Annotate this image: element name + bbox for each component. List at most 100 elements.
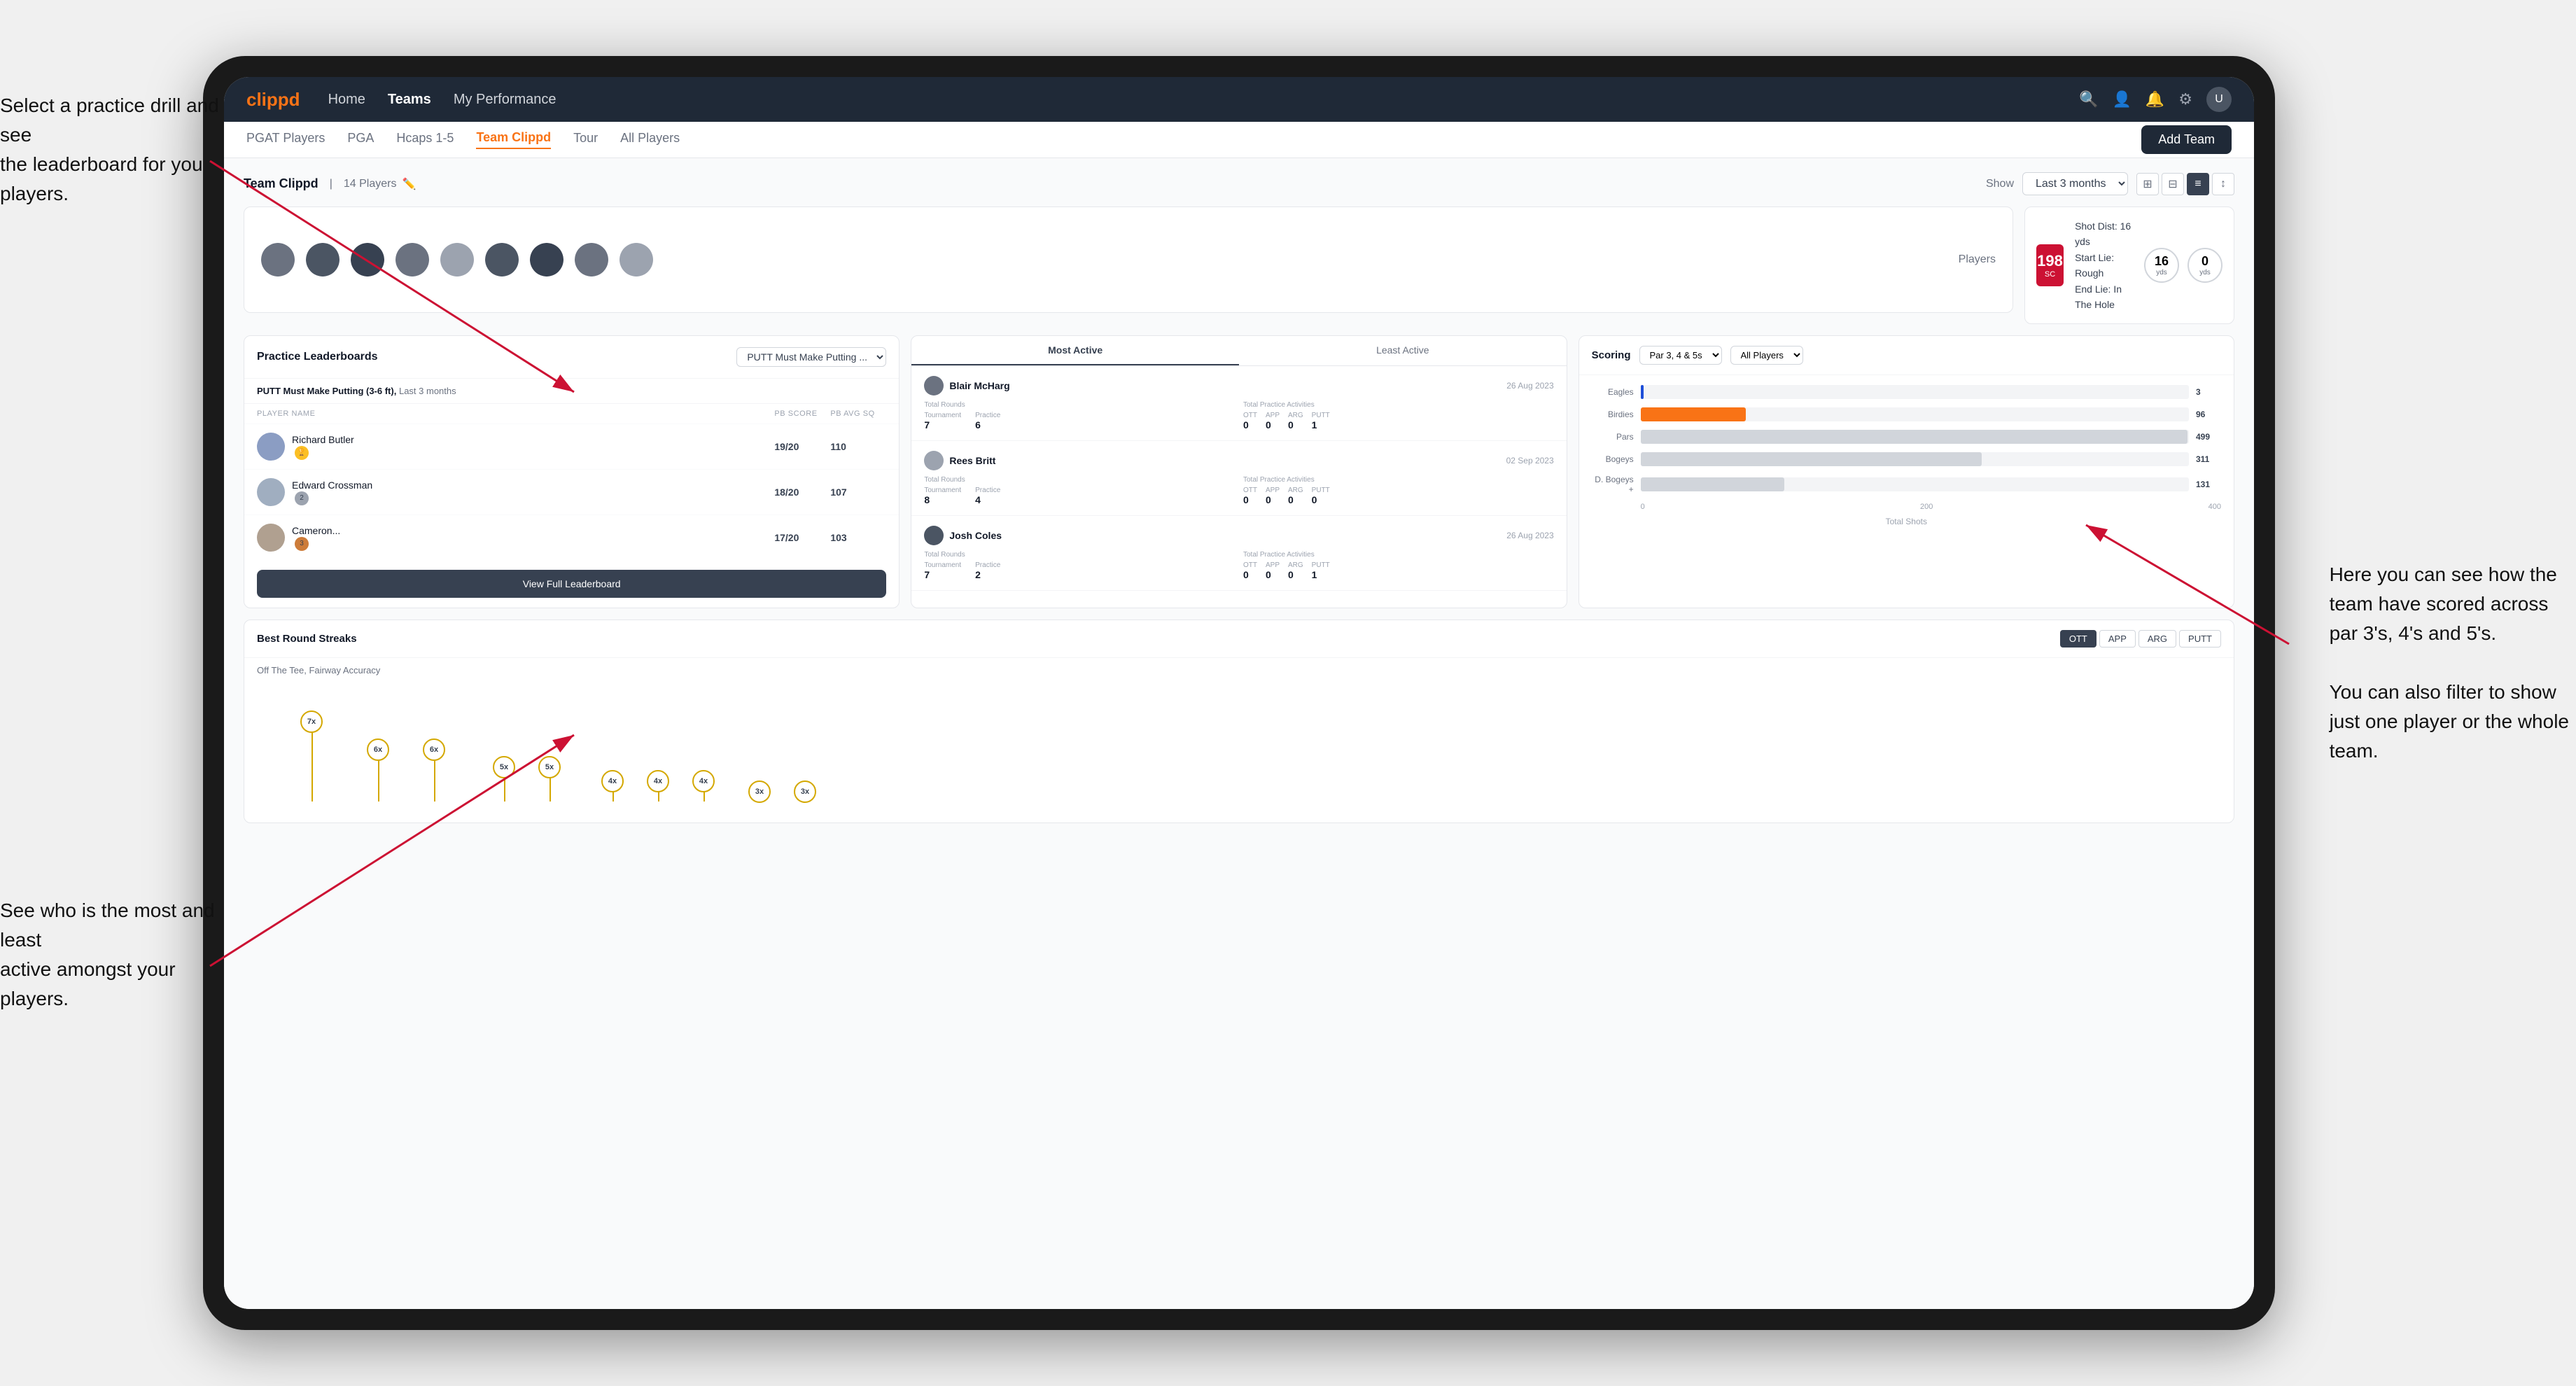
activity-row-3: Josh Coles 26 Aug 2023 Total Rounds Tour… <box>911 516 1566 591</box>
streaks-filter-putt[interactable]: PUTT <box>2179 630 2221 648</box>
most-active-card: Most Active Least Active Blair McHarg 26… <box>911 335 1567 608</box>
player-pb-2: 18/20 <box>774 486 830 498</box>
activity-avatar-1 <box>924 376 944 396</box>
bar-track-bogeys <box>1641 452 2189 466</box>
player-avatar-9[interactable] <box>620 243 653 276</box>
show-label: Show <box>1986 178 2014 190</box>
activity-row-1: Blair McHarg 26 Aug 2023 Total Rounds To… <box>911 366 1566 441</box>
player-avatar-2[interactable] <box>306 243 340 276</box>
streaks-title: Best Round Streaks <box>257 633 357 645</box>
streak-dot-6: 4x <box>647 770 669 792</box>
scoring-header: Scoring Par 3, 4 & 5s All Players <box>1579 336 2234 375</box>
show-period-select[interactable]: Last 3 months <box>2022 172 2128 195</box>
shot-circle-2: 0 yds <box>2188 248 2222 283</box>
player-avg-1: 110 <box>830 441 886 452</box>
team-count: | <box>330 178 332 190</box>
sub-nav-all[interactable]: All Players <box>620 131 680 148</box>
scoring-player-filter[interactable]: All Players <box>1730 346 1803 365</box>
streaks-filter-ott[interactable]: OTT <box>2060 630 2096 648</box>
players-label: Players <box>1959 253 1996 266</box>
tablet-frame: clippd Home Teams My Performance 🔍 👤 🔔 ⚙… <box>203 56 2275 1330</box>
streak-dot-8: 3x <box>748 780 771 803</box>
user-avatar[interactable]: U <box>2206 87 2232 112</box>
bar-fill-dbogeys <box>1641 477 1784 491</box>
bar-fill-bogeys <box>1641 452 1982 466</box>
badge-2: 2 <box>295 491 309 505</box>
player-img-2 <box>257 478 285 506</box>
leaderboard-column-headers: PLAYER NAME PB SCORE PB AVG SQ <box>244 404 899 424</box>
total-rounds-section-3: Total Rounds Tournament7 Practice2 <box>924 551 1235 580</box>
nav-bar: clippd Home Teams My Performance 🔍 👤 🔔 ⚙… <box>224 77 2254 122</box>
scoring-par-filter[interactable]: Par 3, 4 & 5s <box>1639 346 1722 365</box>
total-rounds-section-1: Total Rounds Tournament 7 Practice 6 <box>924 401 1235 430</box>
streaks-filter-app[interactable]: APP <box>2099 630 2136 648</box>
bar-label-pars: Pars <box>1592 432 1634 442</box>
nav-link-performance[interactable]: My Performance <box>454 92 556 108</box>
scoring-title: Scoring <box>1592 349 1631 361</box>
streak-dot-3: 5x <box>493 756 515 778</box>
tab-least-active[interactable]: Least Active <box>1239 336 1567 365</box>
annotation-right: Here you can see how the team have score… <box>2330 560 2569 766</box>
streak-dot-9: 3x <box>794 780 816 803</box>
team-player-count: 14 Players <box>344 178 397 190</box>
nav-link-home[interactable]: Home <box>328 92 365 108</box>
profile-icon[interactable]: 👤 <box>2112 90 2131 108</box>
player-avatar-8[interactable] <box>575 243 608 276</box>
player-avatar-4[interactable] <box>396 243 429 276</box>
bar-fill-birdies <box>1641 407 1746 421</box>
show-controls: Show Last 3 months ⊞ ⊟ ≡ ↕ <box>1986 172 2234 195</box>
player-avatar-1[interactable] <box>261 243 295 276</box>
shot-circles: 16 yds 0 yds <box>2144 248 2222 283</box>
player-avg-3: 103 <box>830 532 886 543</box>
search-icon[interactable]: 🔍 <box>2079 90 2098 108</box>
chart-x-axis: 0 200 400 <box>1592 503 2221 511</box>
sub-nav-hcaps[interactable]: Hcaps 1-5 <box>396 131 454 148</box>
bar-label-bogeys: Bogeys <box>1592 454 1634 464</box>
player-avatar-5[interactable] <box>440 243 474 276</box>
view-sort-btn[interactable]: ↕ <box>2212 173 2234 195</box>
player-pb-1: 19/20 <box>774 441 830 452</box>
add-team-button[interactable]: Add Team <box>2141 125 2232 154</box>
player-info-3: Cameron... 3 <box>257 524 774 552</box>
sub-nav-team[interactable]: Team Clippd <box>476 130 551 149</box>
bar-fill-pars <box>1641 430 2188 444</box>
view-full-leaderboard-button[interactable]: View Full Leaderboard <box>257 570 886 598</box>
player-avg-2: 107 <box>830 486 886 498</box>
total-practice-section-3: Total Practice Activities OTT0 APP0 ARG0… <box>1243 551 1554 580</box>
bar-track-pars <box>1641 430 2189 444</box>
settings-icon[interactable]: ⚙ <box>2178 90 2192 108</box>
shot-details: Shot Dist: 16 yds Start Lie: Rough End L… <box>2075 218 2133 312</box>
bar-row-bogeys: Bogeys 311 <box>1592 452 2221 466</box>
sub-nav-pga[interactable]: PGA <box>347 131 374 148</box>
bell-icon[interactable]: 🔔 <box>2146 90 2164 108</box>
tab-most-active[interactable]: Most Active <box>911 336 1239 365</box>
table-row: Richard Butler 🏆 19/20 110 <box>244 424 899 469</box>
sub-nav: PGAT Players PGA Hcaps 1-5 Team Clippd T… <box>224 122 2254 158</box>
activity-avatar-2 <box>924 451 944 470</box>
streaks-filter-arg[interactable]: ARG <box>2138 630 2176 648</box>
bar-fill-eagles <box>1641 385 1644 399</box>
nav-icons: 🔍 👤 🔔 ⚙ U <box>2079 87 2232 112</box>
view-grid-btn[interactable]: ⊞ <box>2136 173 2159 195</box>
nav-link-teams[interactable]: Teams <box>388 92 431 108</box>
total-rounds-section-2: Total Rounds Tournament8 Practice4 <box>924 476 1235 505</box>
player-avatar-7[interactable] <box>530 243 564 276</box>
team-title: Team Clippd <box>244 176 318 191</box>
sub-nav-tour[interactable]: Tour <box>573 131 598 148</box>
nav-logo: clippd <box>246 89 300 111</box>
practice-lb-drill-select[interactable]: PUTT Must Make Putting ... <box>736 347 886 367</box>
practice-lb-subtitle: PUTT Must Make Putting (3-6 ft), Last 3 … <box>244 379 899 404</box>
view-list-btn[interactable]: ≡ <box>2187 173 2209 195</box>
shot-end-lie: End Lie: In The Hole <box>2075 281 2133 313</box>
sub-nav-pgat[interactable]: PGAT Players <box>246 131 325 148</box>
player-img-3 <box>257 524 285 552</box>
shot-score-box: 198 SC <box>2036 244 2064 286</box>
table-row: Cameron... 3 17/20 103 <box>244 514 899 560</box>
edit-icon[interactable]: ✏️ <box>402 177 416 191</box>
player-avatar-6[interactable] <box>485 243 519 276</box>
shot-circle-1-lbl: yds <box>2156 269 2167 276</box>
player-avatar-3[interactable] <box>351 243 384 276</box>
streaks-filter-buttons: OTT APP ARG PUTT <box>2060 630 2221 648</box>
bar-label-birdies: Birdies <box>1592 410 1634 419</box>
view-grid2-btn[interactable]: ⊟ <box>2162 173 2184 195</box>
